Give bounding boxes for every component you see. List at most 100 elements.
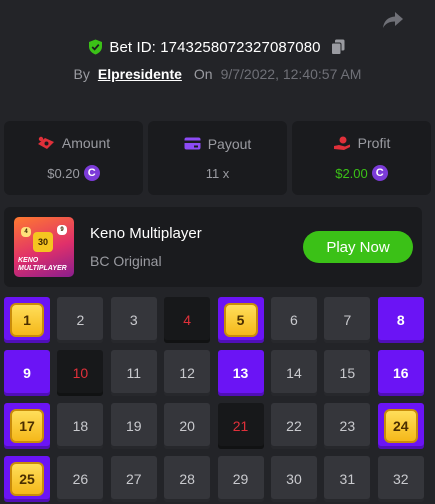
keno-cell-19[interactable]: 19 bbox=[110, 403, 157, 449]
keno-cell-number: 14 bbox=[286, 365, 302, 381]
copy-icon bbox=[330, 39, 345, 55]
keno-cell-number: 3 bbox=[129, 312, 138, 328]
keno-cell-13[interactable]: 13 bbox=[217, 350, 264, 396]
keno-cell-number: 16 bbox=[392, 365, 409, 381]
username-link[interactable]: Elpresidente bbox=[98, 66, 182, 82]
money-bag-icon bbox=[37, 136, 54, 149]
keno-cell-5[interactable]: 5 bbox=[217, 297, 264, 343]
stat-payout-value: 11 x bbox=[205, 165, 230, 181]
keno-cell-number: 7 bbox=[343, 312, 352, 328]
keno-cell-9[interactable]: 9 bbox=[4, 350, 50, 396]
keno-hit-gem: 24 bbox=[383, 409, 418, 443]
bet-id-row: Bet ID: 1743258072327087080 bbox=[0, 38, 435, 56]
keno-cell-21[interactable]: 21 bbox=[217, 403, 264, 449]
bet-meta-row: By Elpresidente On 9/7/2022, 12:40:57 AM bbox=[0, 66, 435, 82]
share-arrow-icon bbox=[383, 12, 403, 28]
keno-cell-15[interactable]: 15 bbox=[324, 350, 371, 396]
keno-cell-number: 8 bbox=[396, 312, 405, 328]
keno-ball-icon: 9 bbox=[57, 225, 67, 235]
keno-cell-4[interactable]: 4 bbox=[164, 297, 211, 343]
bet-stats: Amount $0.20 C Payout 11 x Profit $2.00 … bbox=[4, 121, 431, 195]
coin-icon: C bbox=[83, 165, 100, 181]
hand-coin-icon bbox=[333, 136, 350, 150]
bet-id: Bet ID: 1743258072327087080 bbox=[109, 38, 321, 56]
by-label: By bbox=[73, 66, 90, 82]
keno-cell-31[interactable]: 31 bbox=[324, 456, 371, 502]
keno-cell-8[interactable]: 8 bbox=[377, 297, 424, 343]
keno-cell-number: 6 bbox=[290, 312, 298, 328]
keno-cell-27[interactable]: 27 bbox=[110, 456, 157, 502]
keno-cell-number: 10 bbox=[72, 365, 89, 381]
keno-hit-gem: 1 bbox=[10, 303, 44, 337]
keno-cell-18[interactable]: 18 bbox=[57, 403, 104, 449]
keno-cell-24[interactable]: 24 bbox=[377, 403, 424, 449]
play-now-button[interactable]: Play Now bbox=[303, 231, 413, 263]
keno-cell-number: 29 bbox=[232, 471, 249, 487]
keno-cell-17[interactable]: 17 bbox=[4, 403, 50, 449]
keno-cell-number: 12 bbox=[179, 365, 195, 381]
keno-cell-28[interactable]: 28 bbox=[164, 456, 211, 502]
keno-cell-number: 13 bbox=[232, 365, 249, 381]
keno-cell-25[interactable]: 25 bbox=[4, 456, 50, 502]
keno-cell-29[interactable]: 29 bbox=[217, 456, 264, 502]
keno-cell-11[interactable]: 11 bbox=[110, 350, 157, 396]
stat-payout-label: Payout bbox=[207, 135, 252, 152]
keno-cell-20[interactable]: 20 bbox=[164, 403, 211, 449]
keno-cell-number: 23 bbox=[339, 418, 356, 434]
keno-cell-7[interactable]: 7 bbox=[324, 297, 371, 343]
keno-cell-26[interactable]: 26 bbox=[57, 456, 104, 502]
keno-cell-1[interactable]: 1 bbox=[4, 297, 50, 343]
keno-cell-30[interactable]: 30 bbox=[270, 456, 317, 502]
keno-cell-number: 11 bbox=[126, 365, 142, 381]
stat-amount-value: $0.20 bbox=[47, 165, 80, 181]
keno-cell-number: 20 bbox=[179, 418, 195, 434]
stat-profit-value: $2.00 bbox=[335, 165, 368, 181]
keno-number-grid: 1 2 3 4 5 6 7 8 9 10 11 12 13 14 15 16 17 18 19 20 21 22 23 24 2… bbox=[4, 297, 424, 502]
stat-amount-label: Amount bbox=[61, 135, 111, 151]
keno-cell-number: 15 bbox=[339, 365, 356, 381]
keno-cell-number: 27 bbox=[125, 471, 142, 487]
keno-hit-gem: 17 bbox=[10, 409, 44, 443]
keno-cell-14[interactable]: 14 bbox=[270, 350, 317, 396]
keno-cell-number: 2 bbox=[76, 312, 85, 328]
keno-cell-2[interactable]: 2 bbox=[57, 297, 104, 343]
keno-cell-number: 4 bbox=[183, 312, 192, 328]
keno-ball-icon: 4 bbox=[21, 227, 31, 237]
keno-cell-6[interactable]: 6 bbox=[270, 297, 317, 343]
keno-cell-23[interactable]: 23 bbox=[324, 403, 371, 449]
copy-button[interactable] bbox=[329, 38, 347, 56]
coin-icon: C bbox=[371, 165, 388, 181]
stat-payout: Payout 11 x bbox=[148, 121, 287, 195]
keno-cell-number: 28 bbox=[179, 471, 195, 487]
shield-check-icon bbox=[89, 39, 103, 55]
stat-profit-label: Profit bbox=[357, 135, 391, 151]
keno-cell-number: 26 bbox=[72, 471, 89, 487]
keno-cell-number: 19 bbox=[125, 418, 142, 434]
share-button[interactable] bbox=[381, 8, 405, 32]
wallet-card-icon bbox=[184, 137, 201, 150]
keno-cell-number: 18 bbox=[72, 418, 89, 434]
keno-cell-number: 32 bbox=[392, 471, 409, 487]
bet-datetime: 9/7/2022, 12:40:57 AM bbox=[220, 66, 362, 82]
keno-hit-gem: 5 bbox=[223, 303, 258, 337]
keno-cell-number: 30 bbox=[286, 471, 302, 487]
keno-cell-32[interactable]: 32 bbox=[377, 456, 424, 502]
keno-cell-number: 9 bbox=[23, 365, 31, 381]
keno-cell-12[interactable]: 12 bbox=[164, 350, 211, 396]
thumbnail-logo-text: KENO MULTIPLAYER bbox=[18, 257, 67, 272]
stat-profit: Profit $2.00 C bbox=[292, 121, 431, 195]
game-thumbnail[interactable]: 4 30 9 KENO MULTIPLAYER bbox=[14, 217, 74, 277]
keno-cell-number: 21 bbox=[232, 418, 249, 434]
keno-ball-icon: 30 bbox=[33, 232, 53, 252]
keno-cell-16[interactable]: 16 bbox=[377, 350, 424, 396]
on-label: On bbox=[193, 66, 213, 82]
keno-cell-number: 22 bbox=[286, 418, 302, 434]
keno-cell-22[interactable]: 22 bbox=[270, 403, 317, 449]
keno-hit-gem: 25 bbox=[10, 462, 44, 496]
keno-cell-10[interactable]: 10 bbox=[57, 350, 104, 396]
game-card: 4 30 9 KENO MULTIPLAYER Keno Multiplayer… bbox=[4, 207, 422, 287]
game-subtitle: BC Original bbox=[90, 253, 162, 269]
game-title: Keno Multiplayer bbox=[90, 225, 202, 242]
stat-amount: Amount $0.20 C bbox=[4, 121, 143, 195]
keno-cell-3[interactable]: 3 bbox=[110, 297, 157, 343]
